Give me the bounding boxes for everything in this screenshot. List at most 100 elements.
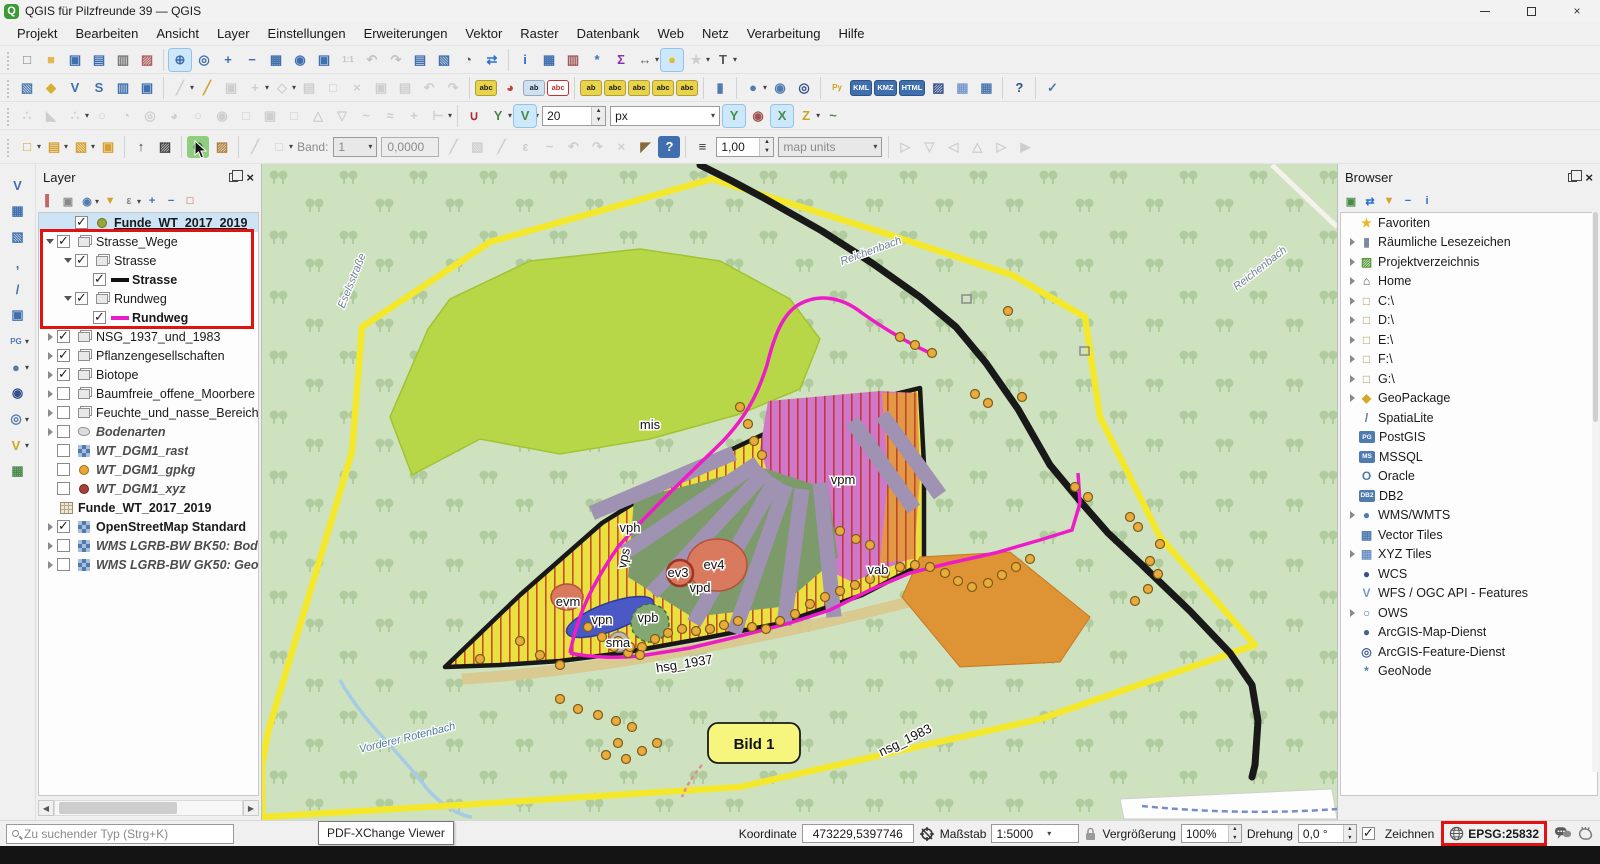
modify-attributes[interactable]: ▤: [298, 77, 320, 99]
add-wcs-layer[interactable]: ◉: [7, 382, 29, 404]
import-selected-features[interactable]: ▨: [154, 136, 176, 158]
manage-map-themes-dropdown[interactable]: ▾: [95, 197, 99, 206]
pin-labels[interactable]: ab: [523, 80, 545, 96]
expander-icon[interactable]: [61, 296, 75, 301]
edit-map-theme[interactable]: ▨: [211, 136, 233, 158]
open-project[interactable]: ■: [40, 49, 62, 71]
paste-features[interactable]: ▤: [394, 77, 416, 99]
locator-search-input[interactable]: Zu suchender Typ (Strg+K): [6, 824, 234, 844]
render-checkbox[interactable]: [1362, 827, 1375, 840]
layer-checkbox[interactable]: [75, 254, 88, 267]
add-wfs-layer[interactable]: ◎: [5, 408, 27, 430]
map-canvas[interactable]: misvpmvphvpsev3ev4vpdevmvpnvpbsmavabhsg_…: [262, 164, 1337, 820]
layer-item-funde-wt-2017-2019[interactable]: Funde_WT_2017_2019: [39, 498, 258, 517]
coordinate-field[interactable]: 473229,5397746: [802, 824, 914, 843]
layer-item-wt-dgm1-rast[interactable]: WT_DGM1_rast: [39, 441, 258, 460]
tracing[interactable]: ~: [822, 105, 844, 127]
snap-to-vertex[interactable]: V: [514, 105, 536, 127]
delete-selected[interactable]: □: [322, 77, 344, 99]
menu-ansicht[interactable]: Ansicht: [147, 23, 208, 44]
trim-extend[interactable]: ⊢: [427, 105, 449, 127]
undo[interactable]: ↶: [418, 77, 440, 99]
vector-bender[interactable]: ◤: [634, 136, 656, 158]
expander-icon[interactable]: [1345, 511, 1359, 519]
browser-vscrollbar[interactable]: [1592, 212, 1599, 772]
new-spatialite-layer[interactable]: S: [88, 77, 110, 99]
text-annotation[interactable]: T: [712, 49, 734, 71]
zoom-full-extent[interactable]: ▦: [265, 49, 287, 71]
browser-item-home[interactable]: ⌂Home: [1341, 272, 1597, 292]
annotation-redo[interactable]: ↷: [586, 136, 608, 158]
polygon-select[interactable]: ▽: [918, 136, 940, 158]
import-geotagged-photos[interactable]: ↑: [130, 136, 152, 158]
freehand-select[interactable]: ◁: [942, 136, 964, 158]
new-virtual-layer[interactable]: ▣: [136, 77, 158, 99]
tile-grid[interactable]: ▦: [975, 77, 997, 99]
layer-checkbox[interactable]: [57, 444, 70, 457]
digitize-regular-polygon[interactable]: △: [307, 105, 329, 127]
raster-value-picker[interactable]: ╱: [244, 136, 266, 158]
identify-features[interactable]: i: [514, 49, 536, 71]
layer-checkbox[interactable]: [57, 482, 70, 495]
extent-toggle-icon[interactable]: [919, 826, 935, 842]
layer-item-baumfreie-offene-moorbere[interactable]: Baumfreie_offene_Moorbere: [39, 384, 258, 403]
browser-item-db2[interactable]: DB2DB2: [1341, 486, 1597, 506]
digitize-circle-3points[interactable]: ◔: [115, 105, 137, 127]
snapping-units[interactable]: px▾: [610, 106, 720, 126]
browser-item-d-[interactable]: □D:\: [1341, 311, 1597, 331]
annotation-undo[interactable]: ↶: [562, 136, 584, 158]
menu-layer[interactable]: Layer: [208, 23, 259, 44]
crs-globe-icon[interactable]: [1449, 826, 1464, 841]
browser-item-vector-tiles[interactable]: ▦Vector Tiles: [1341, 525, 1597, 545]
expander-icon[interactable]: [1345, 258, 1359, 266]
layer-item-funde-wt-2017-2019[interactable]: Funde_WT_2017_2019: [39, 213, 258, 232]
raster-stroke[interactable]: ╱: [442, 136, 464, 158]
zoom-native-resolution[interactable]: 1:1: [337, 49, 359, 71]
browser-item-postgis[interactable]: PGPostGIS: [1341, 428, 1597, 448]
digitize-curve[interactable]: ~: [355, 105, 377, 127]
collapse-all[interactable]: −: [162, 192, 180, 210]
layer-checkbox[interactable]: [57, 539, 70, 552]
layer-diagram[interactable]: ◕: [499, 77, 521, 99]
digitize-rectangle-3points[interactable]: □: [283, 105, 305, 127]
vertex-tool[interactable]: ◇: [271, 77, 293, 99]
construction-guides[interactable]: ◣: [40, 105, 62, 127]
browser-item-favoriten[interactable]: ★Favoriten: [1341, 213, 1597, 233]
menu-datenbank[interactable]: Datenbank: [568, 23, 649, 44]
refresh-browser[interactable]: ⇄: [1361, 192, 1379, 210]
layer-checkbox[interactable]: [57, 330, 70, 343]
zoom-next[interactable]: ↷: [385, 49, 407, 71]
filter-legend[interactable]: ▼: [101, 192, 119, 210]
remove-layer[interactable]: □: [181, 192, 199, 210]
menu-vektor[interactable]: Vektor: [456, 23, 511, 44]
enable-snapping[interactable]: ∪: [463, 105, 485, 127]
expander-icon[interactable]: [1345, 277, 1359, 285]
zoom-to-selection[interactable]: ◉: [289, 49, 311, 71]
collapse-all-browser[interactable]: −: [1399, 192, 1417, 210]
crs-status[interactable]: EPSG:25832: [1468, 827, 1539, 841]
stroke-width-icon[interactable]: ≡: [691, 136, 713, 158]
browser-item-e-[interactable]: □E:\: [1341, 330, 1597, 350]
browser-item-wms-wmts[interactable]: ●WMS/WMTS: [1341, 506, 1597, 526]
digitize-circle-2points[interactable]: ○: [91, 105, 113, 127]
field-calculator[interactable]: ▥: [562, 49, 584, 71]
menu-raster[interactable]: Raster: [511, 23, 567, 44]
new-3d-map-view[interactable]: ▧: [433, 49, 455, 71]
select-by-location[interactable]: ▣: [97, 136, 119, 158]
layer-item-wt-dgm1-xyz[interactable]: WT_DGM1_xyz: [39, 479, 258, 498]
browser-item-mssql[interactable]: MSMSSQL: [1341, 447, 1597, 467]
draw-annotation[interactable]: ╱: [490, 136, 512, 158]
close-panel-icon[interactable]: ×: [1585, 170, 1593, 185]
qtiles[interactable]: ▦: [951, 77, 973, 99]
tile-export[interactable]: ▨: [927, 77, 949, 99]
layer-item-wms-lgrb-bw-bk50-bod[interactable]: WMS LGRB-BW BK50: Bod: [39, 536, 258, 555]
pan-map[interactable]: ⊕: [169, 49, 191, 71]
browser-properties[interactable]: i: [1418, 192, 1436, 210]
new-project[interactable]: □: [16, 49, 38, 71]
expander-icon[interactable]: [43, 352, 57, 360]
stream-digitizing[interactable]: ≈: [379, 105, 401, 127]
layer-checkbox[interactable]: [57, 235, 70, 248]
expander-icon[interactable]: [61, 258, 75, 263]
toolbar-grip[interactable]: [5, 106, 12, 126]
add-group[interactable]: ▣: [59, 192, 77, 210]
